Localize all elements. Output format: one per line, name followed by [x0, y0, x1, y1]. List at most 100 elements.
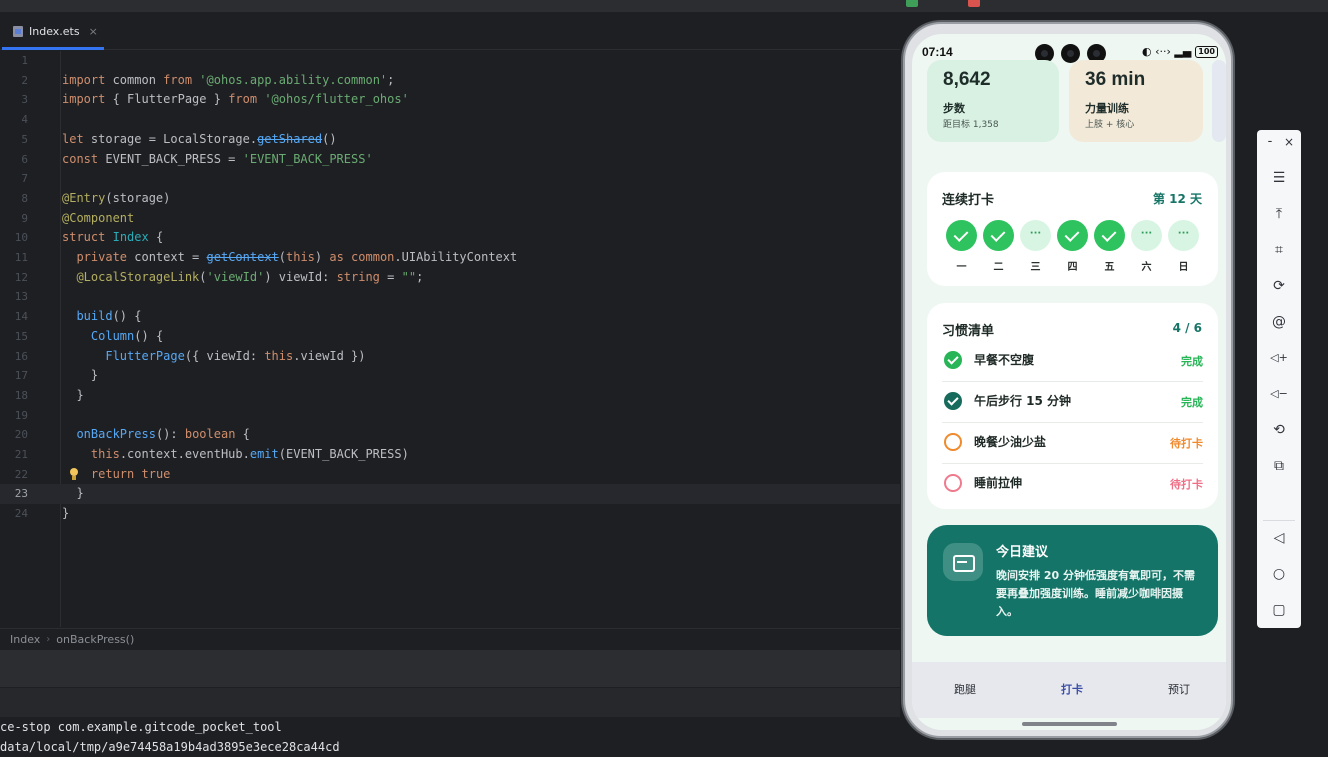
streak-days: 第 12 天 [1152, 192, 1202, 206]
stat-card-strength[interactable]: 36 min 力量训练 上肢 + 核心 [1069, 60, 1203, 142]
rotate-icon[interactable]: ⟳ [1269, 276, 1289, 296]
tab-label: Index.ets [29, 24, 80, 38]
pulse-icon [943, 543, 983, 581]
line-number: 19 [14, 408, 28, 422]
line-number: 18 [14, 388, 28, 402]
breadcrumb-item[interactable]: Index [10, 633, 40, 646]
code-line: 10 struct Index { [0, 228, 900, 248]
battery-icon: 100 [1195, 45, 1218, 58]
code-line: 4 [0, 110, 900, 130]
day-label: 六 [1141, 262, 1152, 273]
code-line: 19 [0, 406, 900, 426]
day-label: 三 [1030, 262, 1041, 273]
habit-status: 待打卡 [1170, 437, 1203, 450]
advice-card[interactable]: 今日建议 晚间安排 20 分钟低强度有氧即可，不需要再叠加强度训练。睡前减少咖啡… [927, 525, 1218, 636]
rotate-device-icon[interactable]: ⟲ [1269, 420, 1289, 440]
empty-circle-icon [944, 433, 962, 451]
line-number: 21 [14, 448, 28, 461]
status-time: 07:14 [922, 45, 953, 59]
toolbar-separator [1263, 520, 1295, 521]
home-indicator[interactable] [1022, 722, 1117, 726]
code-line: 9 @Component [0, 209, 900, 229]
stat-card-partial [1212, 60, 1226, 142]
console-line: ce-stop com.example.gitcode_pocket_tool [0, 720, 282, 734]
code-line: 1 [0, 51, 900, 71]
code-line: 12 @LocalStorageLink('viewId') viewId: s… [0, 268, 900, 288]
pin-top-icon[interactable]: ⤒ [1269, 204, 1289, 224]
code-line: 13 [0, 287, 900, 307]
nav-item-booking[interactable]: 预订 [1168, 681, 1190, 697]
tab-index-ets[interactable]: Index.ets × [0, 12, 104, 50]
habit-item[interactable]: 晚餐少油少盐 待打卡 [942, 423, 1203, 464]
advice-text: 晚间安排 20 分钟低强度有氧即可，不需要再叠加强度训练。睡前减少咖啡因摄入。 [996, 569, 1195, 618]
habit-item[interactable]: 睡前拉伸 待打卡 [942, 464, 1203, 505]
habit-item[interactable]: 午后步行 15 分钟 完成 [942, 382, 1203, 423]
volume-up-icon[interactable]: ◁+ [1269, 348, 1289, 368]
habit-name: 午后步行 15 分钟 [974, 394, 1072, 408]
stat-card-steps[interactable]: 8,642 步数 距目标 1,358 [927, 60, 1059, 142]
habit-name: 早餐不空腹 [974, 353, 1035, 367]
habit-item[interactable]: 早餐不空腹 完成 [942, 341, 1203, 382]
code-line: 24} [0, 504, 900, 524]
tool-window-header [0, 650, 900, 687]
code-editor[interactable]: 1 2 import common from '@ohos.app.ability… [0, 51, 900, 627]
line-number: 4 [21, 113, 28, 127]
line-number: 5 [21, 132, 28, 146]
code-line: 3 import { FlutterPage } from '@ohos/flut… [0, 90, 900, 110]
volume-down-icon[interactable]: ◁− [1269, 384, 1289, 404]
nav-item-checkin[interactable]: 打卡 [1061, 681, 1083, 697]
line-number: 3 [21, 93, 28, 107]
line-number: 1 [21, 54, 28, 67]
nav-item-errand[interactable]: 跑腿 [954, 681, 976, 697]
run-icon[interactable] [906, 0, 918, 7]
day-label: 一 [956, 262, 967, 273]
day-pending-icon[interactable]: ··· [1168, 220, 1199, 251]
minimize-icon[interactable]: - [1263, 135, 1277, 149]
day-done-icon[interactable] [983, 220, 1014, 251]
day-done-icon[interactable] [946, 220, 977, 251]
day-pending-icon[interactable]: ··· [1020, 220, 1051, 251]
breadcrumb: Index › onBackPress() [0, 628, 900, 650]
line-number: 8 [21, 191, 28, 205]
line-number: 15 [14, 329, 28, 343]
phone-emulator: 07:14 ◐ ‹··› ▂▄ 100 8,642 步数 距目标 1,358 3… [903, 22, 1233, 738]
habit-status: 完成 [1181, 355, 1203, 368]
day-done-icon[interactable] [1057, 220, 1088, 251]
editor-tab-bar: Index.ets × [0, 12, 900, 50]
day-done-icon[interactable] [1094, 220, 1125, 251]
line-number: 16 [14, 349, 28, 363]
day-label: 五 [1104, 262, 1115, 273]
menu-icon[interactable]: ☰ [1269, 168, 1289, 188]
back-icon[interactable]: ◁ [1269, 528, 1289, 548]
line-number: 7 [21, 172, 28, 186]
crop-icon[interactable]: ⌗ [1269, 240, 1289, 260]
empty-circle-icon [944, 474, 962, 492]
streak-card: 连续打卡 第 12 天 ··· ··· ··· 一 二 三 四 五 六 日 [927, 172, 1218, 286]
screens-icon[interactable]: ⧉ [1269, 456, 1289, 476]
line-number: 23 [14, 487, 28, 501]
close-icon[interactable]: × [1282, 135, 1296, 149]
at-icon[interactable]: @ [1269, 312, 1289, 332]
stat-subtext: 距目标 1,358 [943, 120, 999, 130]
breadcrumb-item[interactable]: onBackPress() [56, 633, 134, 646]
streak-title: 连续打卡 [942, 193, 995, 208]
code-line-current: 23 } [0, 484, 900, 505]
emulator-side-toolbar: - × ☰ ⤒ ⌗ ⟳ @ ◁+ ◁− ⟲ ⧉ ◁ ○ ▢ [1257, 130, 1301, 628]
ide-window: Index.ets × 1 2 import common from '@ohos… [0, 0, 1328, 757]
file-icon [12, 25, 24, 38]
recents-icon[interactable]: ▢ [1269, 600, 1289, 620]
line-number: 13 [14, 290, 28, 304]
phone-screen[interactable]: 07:14 ◐ ‹··› ▂▄ 100 8,642 步数 距目标 1,358 3… [912, 34, 1226, 730]
habit-list-title: 习惯清单 [942, 324, 995, 339]
run-console[interactable]: ce-stop com.example.gitcode_pocket_tool … [0, 717, 900, 757]
stop-icon[interactable] [968, 0, 980, 7]
bottom-nav: 跑腿 打卡 预订 [912, 662, 1226, 718]
line-number: 14 [14, 310, 28, 324]
active-tab-indicator [2, 47, 104, 50]
code-line: 21 this.context.eventHub.emit(EVENT_BACK… [0, 445, 900, 465]
day-pending-icon[interactable]: ··· [1131, 220, 1162, 251]
code-line: 20 onBackPress(): boolean { [0, 425, 900, 445]
tab-close-icon[interactable]: × [89, 25, 98, 38]
home-icon[interactable]: ○ [1269, 564, 1289, 584]
stat-subtext: 上肢 + 核心 [1085, 120, 1135, 130]
